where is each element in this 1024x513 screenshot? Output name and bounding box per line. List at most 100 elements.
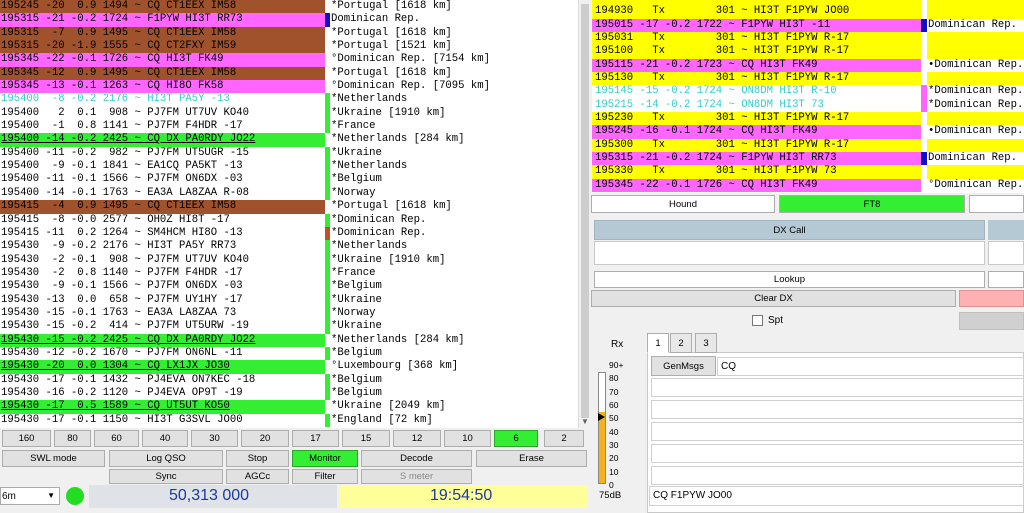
band-button-160[interactable]: 160 [2, 430, 51, 447]
tx3-message-field[interactable] [651, 400, 1024, 419]
decode-country: *France [330, 266, 578, 281]
decode-row[interactable]: 195400 -14 -0.1 1763 ~ EA3A LA8ZAA R-08 *… [0, 186, 578, 201]
monitor-button[interactable]: Monitor [292, 450, 358, 467]
band-activity-list[interactable]: 195245 -20 0.9 1494 ~ CQ CT1EEX IM58 *Por… [0, 0, 578, 428]
band-button-6[interactable]: 6 [494, 430, 538, 447]
decode-row[interactable]: 195430 -15 -0.1 1763 ~ EA3A LA8ZAA 73 *No… [0, 306, 578, 321]
band-button-17[interactable]: 17 [292, 430, 339, 447]
filter-button[interactable]: Filter [292, 469, 358, 484]
decode-row[interactable]: 195430 -2 0.8 1140 ~ PJ7FM F4HDR -17 *Fra… [0, 266, 578, 281]
band-button-80[interactable]: 80 [54, 430, 91, 447]
swl-mode-button[interactable]: SWL mode [2, 450, 105, 467]
stop-button[interactable]: Stop [226, 450, 289, 467]
decode-row[interactable]: 195400 -14 -0.2 2425 ~ CQ DX PA0RDY JO22… [0, 133, 578, 147]
decode-row[interactable]: 195100 Tx 301 ~ HI3T F1PYW R-17 [592, 45, 1024, 59]
decode-row[interactable]: 195400 -9 -0.1 1841 ~ EA1CQ PA5KT -13 *Ne… [0, 160, 578, 174]
decode-row[interactable]: 195400 2 0.1 908 ~ PJ7FM UT7UV KO40 *Ukra… [0, 106, 578, 121]
decode-row[interactable]: 195400 -1 0.8 1141 ~ PJ7FM F4HDR -17 *Fra… [0, 120, 578, 134]
decode-row[interactable]: 195415 -11 0.2 1264 ~ SM4HCM HI8O -13 *Do… [0, 226, 578, 241]
rx-frequency-list[interactable]: 194900 Tx 301 ~ HI3T F1PYW JO00194930 Tx… [592, 0, 1024, 193]
decode-message: 195400 -1 0.8 1141 ~ PJ7FM F4HDR -17 [0, 120, 325, 134]
band-button-60[interactable]: 60 [94, 430, 139, 447]
decode-row[interactable]: 195130 Tx 301 ~ HI3T F1PYW R-17 [592, 72, 1024, 86]
decode-row[interactable]: 195345 -22 -0.1 1726 ~ CQ HI3T FK49 °Domi… [592, 178, 1024, 193]
decode-row[interactable]: 195315 -21 -0.2 1724 ~ F1PYW HI3T RR73 Do… [592, 152, 1024, 166]
decode-row[interactable]: 194930 Tx 301 ~ HI3T F1PYW JO00 [592, 5, 1024, 19]
decode-row[interactable]: 195415 -8 -0.0 2577 ~ OH0Z HI8T -17 *Domi… [0, 213, 578, 227]
decode-row[interactable]: 195315 -20 -1.9 1555 ~ CQ CT2FXY IM59 *Po… [0, 40, 578, 54]
band-activity-scrollbar[interactable]: ▼ [578, 0, 590, 428]
decode-row[interactable]: 195415 -4 0.9 1495 ~ CQ CT1EEX IM58 *Port… [0, 200, 578, 214]
decode-row[interactable]: 195315 -21 -0.2 1724 ~ F1PYW HI3T RR73 Do… [0, 13, 578, 27]
genmsgs-button[interactable]: GenMsgs [651, 356, 716, 376]
extra-mode-button[interactable] [969, 195, 1024, 213]
decode-row[interactable]: 195400 -11 -0.2 982 ~ PJ7FM UT5UGR -15 *U… [0, 146, 578, 161]
decode-row[interactable]: 195145 -15 -0.2 1724 ~ ON8DM HI3T R-10 *D… [592, 85, 1024, 99]
decode-row[interactable]: 195345 -22 -0.1 1726 ~ CQ HI3T FK49 °Domi… [0, 53, 578, 67]
agcc-button[interactable]: AGCc [226, 469, 289, 484]
decode-country: *Portugal [1618 km] [330, 66, 578, 81]
hound-button[interactable]: Hound [591, 195, 775, 213]
band-button-10[interactable]: 10 [444, 430, 491, 447]
sync-button[interactable]: Sync [109, 469, 223, 484]
lookup-button[interactable]: Lookup [594, 271, 985, 288]
decode-row[interactable]: 195430 -17 -0.1 1150 ~ HI3T G3SVL JO00 *E… [0, 413, 578, 427]
band-button-40[interactable]: 40 [142, 430, 188, 447]
dx-call-input[interactable] [594, 241, 985, 265]
decode-row[interactable]: 195400 -8 -0.2 2176 ~ HI3T PA5Y -13 *Neth… [0, 93, 578, 107]
decode-row[interactable]: 195015 -17 -0.2 1722 ~ F1PYW HI3T -11 Dom… [592, 18, 1024, 33]
band-button-20[interactable]: 20 [241, 430, 289, 447]
decode-row[interactable]: 195430 -20 0.0 1304 ~ CQ LX1JX JO30 °Luxe… [0, 360, 578, 374]
tx6-message-field[interactable] [651, 466, 1024, 485]
message-tab-1[interactable]: 1 [647, 333, 669, 353]
s-meter-button[interactable]: S meter [361, 469, 472, 484]
band-button-30[interactable]: 30 [191, 430, 238, 447]
band-button-15[interactable]: 15 [342, 430, 390, 447]
decode-row[interactable]: 195245 -20 0.9 1494 ~ CQ CT1EEX IM58 *Por… [0, 0, 578, 14]
decode-row[interactable]: 195430 -13 0.0 658 ~ PJ7FM UY1HY -17 *Ukr… [0, 293, 578, 307]
free-text-message-field[interactable]: CQ F1PYW JO00 [649, 486, 1024, 506]
decode-row[interactable]: 195430 -16 -0.2 1120 ~ PJ4EVA OP9T -19 *B… [0, 386, 578, 401]
decode-row[interactable]: 195330 Tx 301 ~ HI3T F1PYW 73 [592, 165, 1024, 179]
decode-row[interactable]: 195345 -12 0.9 1495 ~ CQ CT1EEX IM58 *Por… [0, 66, 578, 81]
decode-row[interactable]: 195215 -14 -0.2 1724 ~ ON8DM HI3T 73 *Dom… [592, 98, 1024, 113]
decode-row[interactable]: 195430 -17 0.5 1589 ~ CQ UT5UT KO50 *Ukra… [0, 400, 578, 414]
decode-row[interactable]: 195345 -13 -0.1 1263 ~ CQ HI8O FK58 °Domi… [0, 80, 578, 94]
decode-row[interactable]: 195230 Tx 301 ~ HI3T F1PYW R-17 [592, 112, 1024, 126]
decode-row[interactable]: 195430 -9 -0.2 2176 ~ HI3T PA5Y RR73 *Net… [0, 240, 578, 254]
decode-row[interactable]: 195430 -9 -0.1 1566 ~ PJ7FM ON6DX -03 *Be… [0, 280, 578, 294]
add-button[interactable] [988, 271, 1024, 288]
tx2-message-field[interactable] [651, 378, 1024, 397]
decode-row[interactable]: 195400 -11 -0.1 1566 ~ PJ7FM ON6DX -03 *B… [0, 173, 578, 187]
clear-dx-button[interactable]: Clear DX [591, 290, 956, 307]
decode-row[interactable]: 195315 -7 0.9 1495 ~ CQ CT1EEX IM58 *Port… [0, 26, 578, 41]
band-button-2[interactable]: 2 [544, 430, 584, 447]
decode-row[interactable]: 195430 -2 -0.1 908 ~ PJ7FM UT7UV KO40 *Uk… [0, 253, 578, 267]
scroll-down-arrow-icon[interactable]: ▼ [581, 417, 589, 426]
message-tab-2[interactable]: 2 [670, 333, 692, 353]
decode-message: 195215 -14 -0.2 1724 ~ ON8DM HI3T 73 [592, 98, 921, 113]
tx4-message-field[interactable] [651, 422, 1024, 441]
decode-row[interactable]: 195430 -17 -0.1 1432 ~ PJ4EVA ON7KEC -18… [0, 373, 578, 387]
log-qso-button[interactable]: Log QSO [109, 450, 223, 467]
spt-checkbox[interactable] [752, 315, 763, 326]
band-select[interactable]: 6m ▼ [0, 487, 60, 505]
decode-row[interactable]: 195245 -16 -0.1 1724 ~ CQ HI3T FK49 •Domi… [592, 125, 1024, 139]
decode-row[interactable]: 195430 -15 -0.2 2425 ~ CQ DX PA0RDY JO22… [0, 333, 578, 347]
decode-button[interactable]: Decode [361, 450, 472, 467]
decode-row[interactable]: 195430 -12 -0.2 1670 ~ PJ7FM ON6NL -11 *B… [0, 346, 578, 361]
ft8-button[interactable]: FT8 [779, 195, 965, 213]
tx1-message-field[interactable]: CQ [717, 357, 1024, 376]
band-button-12[interactable]: 12 [393, 430, 441, 447]
scrollbar-thumb[interactable] [581, 4, 589, 418]
message-tab-3[interactable]: 3 [695, 333, 717, 353]
decode-row[interactable]: 195031 Tx 301 ~ HI3T F1PYW R-17 [592, 32, 1024, 46]
tune-button[interactable] [959, 312, 1024, 330]
decode-row[interactable]: 195115 -21 -0.2 1723 ~ CQ HI3T FK49 •Domi… [592, 58, 1024, 73]
erase-button[interactable]: Erase [476, 450, 587, 467]
tx1-message-text: CQ [721, 361, 736, 372]
tx5-message-field[interactable] [651, 444, 1024, 463]
decode-row[interactable]: 195430 -15 -0.2 414 ~ PJ7FM UT5URW -19 *U… [0, 320, 578, 334]
dx-grid-input[interactable] [988, 241, 1024, 265]
decode-row[interactable]: 195300 Tx 301 ~ HI3T F1PYW R-17 [592, 138, 1024, 153]
